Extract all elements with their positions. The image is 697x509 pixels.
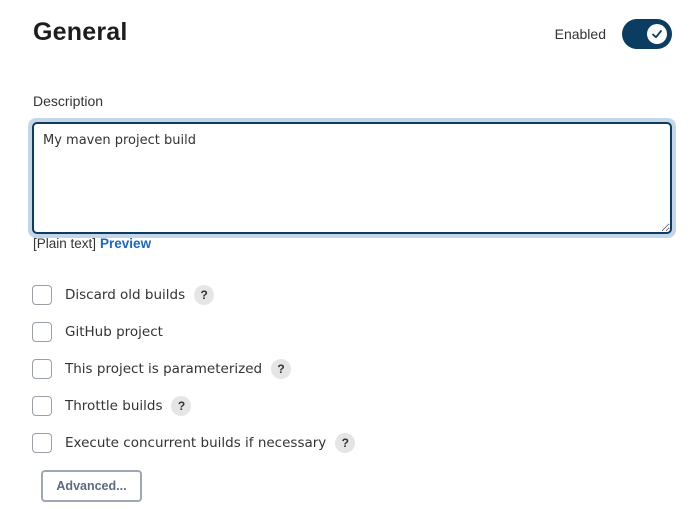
option-throttle-builds: Throttle builds ? — [32, 395, 192, 417]
option-github-project: GitHub project — [32, 321, 163, 343]
description-label: Description — [33, 93, 104, 109]
toggle-knob — [647, 24, 667, 44]
description-focus-ring — [28, 118, 676, 238]
format-row: [Plain text] Preview — [33, 236, 151, 251]
throttle-builds-checkbox[interactable] — [32, 396, 52, 416]
page-title: General — [33, 18, 128, 46]
advanced-button[interactable]: Advanced... — [41, 470, 142, 502]
enabled-toggle[interactable] — [622, 19, 672, 49]
help-icon[interactable]: ? — [171, 396, 192, 416]
option-concurrent-builds: Execute concurrent builds if necessary ? — [32, 432, 356, 454]
concurrent-builds-checkbox[interactable] — [32, 433, 52, 453]
enabled-label: Enabled — [554, 26, 606, 42]
help-icon[interactable]: ? — [335, 433, 356, 453]
plain-text-label: [Plain text] — [33, 236, 97, 251]
preview-link[interactable]: Preview — [100, 236, 151, 251]
option-parameterized: This project is parameterized ? — [32, 358, 292, 380]
option-label: GitHub project — [65, 324, 163, 340]
checkmark-icon — [652, 30, 662, 39]
parameterized-checkbox[interactable] — [32, 359, 52, 379]
enabled-control: Enabled — [555, 19, 672, 49]
option-label: Discard old builds — [65, 287, 186, 303]
description-textarea[interactable] — [32, 122, 672, 234]
discard-old-builds-checkbox[interactable] — [32, 285, 52, 305]
option-label: Execute concurrent builds if necessary — [65, 435, 327, 451]
help-icon[interactable]: ? — [271, 359, 292, 379]
option-label: Throttle builds — [65, 398, 163, 414]
help-icon[interactable]: ? — [194, 285, 215, 305]
option-label: This project is parameterized — [65, 361, 263, 377]
github-project-checkbox[interactable] — [32, 322, 52, 342]
option-discard-old-builds: Discard old builds ? — [32, 284, 215, 306]
